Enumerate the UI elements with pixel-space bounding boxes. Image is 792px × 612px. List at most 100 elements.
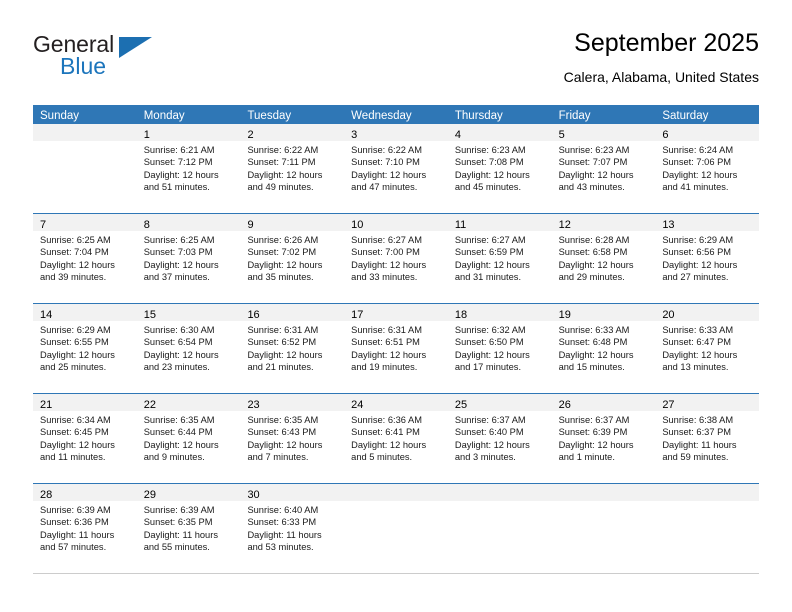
day-detail-line: and 43 minutes. [558,181,625,192]
day-detail-line: Sunrise: 6:28 AM [558,235,630,245]
calendar-day-cell[interactable]: 28 Sunrise: 6:39 AM Sunset: 6:36 PM Dayligh… [33,484,137,573]
page-subtitle: Calera, Alabama, United States [563,69,759,85]
day-detail-line: Sunset: 6:54 PM [143,337,213,348]
day-number: 12 [558,219,571,231]
day-detail-line: Daylight: 12 hours [454,349,530,360]
day-detail-text: Sunrise: 6:32 AM Sunset: 6:50 PM Daylight:… [448,321,552,373]
calendar-day-cell[interactable]: 17 Sunrise: 6:31 AM Sunset: 6:51 PM Dayligh… [344,304,448,393]
calendar-day-cell[interactable]: 9 Sunrise: 6:26 AM Sunset: 7:02 PM Daylight… [240,214,345,303]
calendar-day-cell[interactable]: 21 Sunrise: 6:34 AM Sunset: 6:45 PM Dayligh… [33,394,137,483]
day-detail-line: Daylight: 12 hours [662,349,738,360]
day-number-band: 5 [551,124,656,141]
calendar-day-cell[interactable]: 1 Sunrise: 6:21 AM Sunset: 7:12 PM Daylight… [136,124,241,213]
calendar-day-cell[interactable]: 6 Sunrise: 6:24 AM Sunset: 7:06 PM Daylight… [655,124,760,213]
day-detail-line: and 59 minutes. [662,451,729,462]
day-number-band: 8 [136,214,241,231]
day-detail-text: Sunrise: 6:22 AM Sunset: 7:10 PM Daylight:… [344,141,448,193]
day-number: 4 [454,129,461,141]
logo-triangle-icon [119,37,152,58]
day-number: 24 [351,399,364,411]
day-detail-line: Sunrise: 6:29 AM [662,235,734,245]
day-number: 6 [662,129,669,141]
title-block: September 2025 Calera, Alabama, United S… [564,28,759,87]
day-number: 25 [454,399,468,411]
day-of-week-header: Monday [143,110,185,122]
day-of-week-header: Friday [558,110,591,122]
calendar-day-cell[interactable]: 23 Sunrise: 6:35 AM Sunset: 6:43 PM Dayligh… [240,394,345,483]
day-detail-line: Sunrise: 6:30 AM [143,325,215,335]
day-detail-line: Sunrise: 6:37 AM [558,415,630,425]
day-detail-line: Daylight: 12 hours [454,439,530,450]
calendar-day-cell[interactable]: 5 Sunrise: 6:23 AM Sunset: 7:07 PM Daylight… [551,124,656,213]
day-number-band: 29 [136,484,241,501]
day-number-band: 21 [33,394,137,411]
day-detail-line: Sunset: 7:00 PM [351,247,420,258]
calendar-day-cell[interactable]: 2 Sunrise: 6:22 AM Sunset: 7:11 PM Daylight… [240,124,345,213]
calendar-day-cell[interactable]: 4 Sunrise: 6:23 AM Sunset: 7:08 PM Daylight… [447,124,552,213]
calendar-day-cell[interactable]: 3 Sunrise: 6:22 AM Sunset: 7:10 PM Daylight… [344,124,448,213]
day-detail-text: Sunrise: 6:33 AM Sunset: 6:47 PM Daylight:… [655,321,759,373]
calendar-day-cell[interactable]: 7 Sunrise: 6:25 AM Sunset: 7:04 PM Daylight… [33,214,137,303]
calendar-day-cell[interactable]: 10 Sunrise: 6:27 AM Sunset: 7:00 PM Dayligh… [344,214,448,303]
day-number-band: 14 [33,304,137,321]
day-detail-line: Sunset: 6:47 PM [662,337,732,348]
day-detail-line: and 33 minutes. [351,271,418,282]
day-number-band: 15 [136,304,241,321]
day-detail-line: Sunset: 6:43 PM [247,427,317,438]
calendar-day-cell[interactable]: 25 Sunrise: 6:37 AM Sunset: 6:40 PM Dayligh… [447,394,552,483]
day-detail-text: Sunrise: 6:36 AM Sunset: 6:41 PM Daylight:… [344,411,448,463]
calendar-day-cell[interactable]: 13 Sunrise: 6:29 AM Sunset: 6:56 PM Dayligh… [655,214,760,303]
day-detail-line: Sunset: 6:50 PM [454,337,524,348]
day-detail-line: Sunset: 6:35 PM [143,517,213,528]
day-detail-line: Sunrise: 6:35 AM [143,415,215,425]
calendar-day-cell[interactable]: 30 Sunrise: 6:40 AM Sunset: 6:33 PM Dayligh… [240,484,345,573]
day-detail-line: Sunrise: 6:27 AM [351,235,422,245]
day-detail-line: Sunset: 7:08 PM [454,157,524,168]
calendar-day-cell[interactable]: 12 Sunrise: 6:28 AM Sunset: 6:58 PM Dayligh… [551,214,656,303]
day-number-band: 24 [344,394,448,411]
calendar-day-cell[interactable]: 26 Sunrise: 6:37 AM Sunset: 6:39 PM Dayligh… [551,394,656,483]
calendar-day-cell[interactable]: 11 Sunrise: 6:27 AM Sunset: 6:59 PM Dayligh… [447,214,552,303]
calendar-day-cell[interactable]: 20 Sunrise: 6:33 AM Sunset: 6:47 PM Dayligh… [655,304,760,393]
day-detail-line: and 21 minutes. [247,361,314,372]
day-detail-line: Sunrise: 6:39 AM [143,505,215,515]
day-number-band: 7 [33,214,137,231]
day-detail-line: Sunset: 7:06 PM [662,157,732,168]
day-number-band [551,484,656,501]
calendar-day-cell[interactable]: 29 Sunrise: 6:39 AM Sunset: 6:35 PM Dayligh… [136,484,241,573]
calendar-day-cell[interactable]: 8 Sunrise: 6:25 AM Sunset: 7:03 PM Daylight… [136,214,241,303]
day-detail-text: Sunrise: 6:24 AM Sunset: 7:06 PM Daylight:… [655,141,759,193]
day-detail-line: Sunrise: 6:36 AM [351,415,422,425]
calendar-day-cell[interactable]: 18 Sunrise: 6:32 AM Sunset: 6:50 PM Dayligh… [447,304,552,393]
calendar-day-cell[interactable]: 24 Sunrise: 6:36 AM Sunset: 6:41 PM Dayligh… [344,394,448,483]
day-number: 22 [143,399,156,411]
day-detail-line: Daylight: 11 hours [143,529,218,540]
day-detail-text [448,501,552,504]
day-detail-line: Sunset: 6:33 PM [247,517,317,528]
day-number: 1 [143,129,150,141]
day-detail-text [655,501,759,504]
day-number-band: 13 [655,214,760,231]
day-number-band [33,124,137,141]
day-detail-line: Sunrise: 6:27 AM [454,235,526,245]
day-detail-line: and 3 minutes. [454,451,516,462]
day-detail-text: Sunrise: 6:26 AM Sunset: 7:02 PM Daylight:… [240,231,344,283]
calendar-day-cell[interactable]: 22 Sunrise: 6:35 AM Sunset: 6:44 PM Dayligh… [136,394,241,483]
day-detail-line: and 23 minutes. [143,361,210,372]
day-detail-line: and 51 minutes. [143,181,210,192]
calendar-day-cell[interactable]: 15 Sunrise: 6:30 AM Sunset: 6:54 PM Dayligh… [136,304,241,393]
day-detail-text: Sunrise: 6:29 AM Sunset: 6:55 PM Daylight:… [33,321,137,373]
day-detail-line: and 49 minutes. [247,181,314,192]
calendar-day-cell[interactable]: 16 Sunrise: 6:31 AM Sunset: 6:52 PM Dayligh… [240,304,345,393]
calendar-day-cell[interactable]: 19 Sunrise: 6:33 AM Sunset: 6:48 PM Dayligh… [551,304,656,393]
day-detail-line: Daylight: 12 hours [351,349,427,360]
day-detail-line: Sunrise: 6:33 AM [558,325,630,335]
day-number-band: 20 [655,304,760,321]
day-number: 8 [143,219,150,231]
day-detail-line: and 57 minutes. [40,541,107,552]
day-number-band [344,484,448,501]
calendar-day-cell[interactable]: 14 Sunrise: 6:29 AM Sunset: 6:55 PM Dayligh… [33,304,137,393]
day-detail-line: Sunset: 6:59 PM [454,247,524,258]
day-number: 16 [247,309,260,321]
calendar-day-cell[interactable]: 27 Sunrise: 6:38 AM Sunset: 6:37 PM Dayligh… [655,394,760,483]
